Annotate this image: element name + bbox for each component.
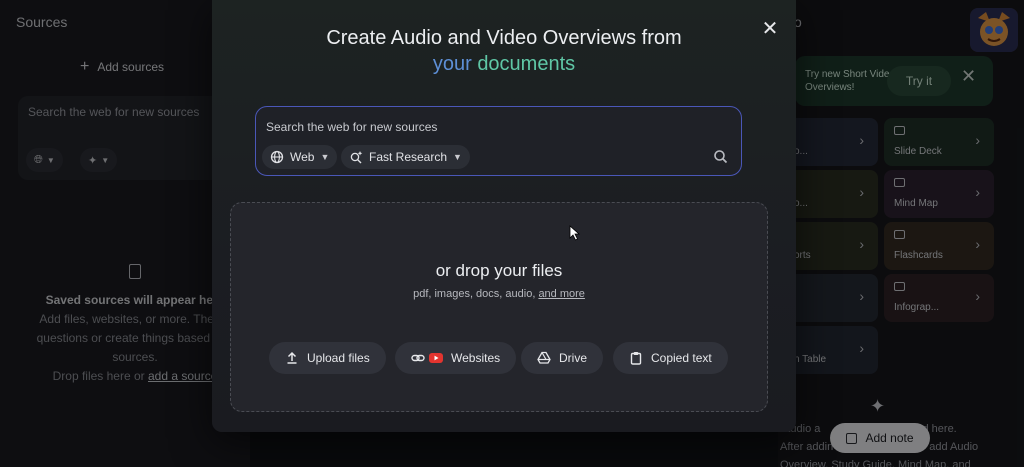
supported-formats-text: pdf, images, docs, audio, (413, 288, 536, 300)
upload-files-button[interactable]: Upload files (269, 342, 386, 374)
upload-files-label: Upload files (307, 351, 370, 365)
web-search-field: Web ▼ Fast Research ▼ (255, 106, 742, 176)
copied-text-label: Copied text (651, 351, 712, 365)
research-sparkle-icon (350, 151, 363, 164)
drop-zone-formats: pdf, images, docs, audio, and more (231, 288, 767, 300)
subtitle-part-documents: documents (477, 53, 576, 75)
and-more-link[interactable]: and more (538, 288, 584, 300)
websites-label: Websites (451, 351, 501, 365)
app-root: Sources + Add sources Search the web for… (0, 0, 1024, 467)
search-icon[interactable] (711, 147, 731, 167)
globe-icon (270, 150, 284, 164)
research-mode-dropdown[interactable]: Fast Research ▼ (341, 145, 470, 169)
websites-button[interactable]: Websites (395, 342, 517, 374)
drive-label: Drive (559, 351, 588, 365)
web-search-input[interactable] (266, 117, 706, 137)
source-type-dropdown[interactable]: Web ▼ (262, 145, 338, 169)
chevron-down-icon: ▼ (453, 152, 462, 162)
youtube-icon (429, 353, 443, 363)
chevron-down-icon: ▼ (320, 152, 330, 162)
modal-title: Create Audio and Video Overviews from (326, 27, 682, 49)
source-type-label: Web (290, 150, 315, 164)
copied-text-button[interactable]: Copied text (613, 342, 728, 374)
link-icon (411, 354, 425, 362)
upload-icon (287, 351, 297, 364)
modal-subtitle: your documents (212, 53, 796, 76)
subtitle-part-your: your (432, 53, 472, 75)
drive-icon (537, 351, 551, 364)
file-drop-zone[interactable]: or drop your files pdf, images, docs, au… (230, 202, 768, 412)
drop-zone-title: or drop your files (435, 261, 563, 280)
drive-button[interactable]: Drive (521, 342, 604, 374)
mouse-pointer-icon (569, 225, 581, 246)
add-sources-modal: ✕ Create Audio and Video Overviews from … (212, 0, 796, 432)
research-mode-label: Fast Research (369, 150, 448, 164)
clipboard-icon (630, 352, 642, 365)
